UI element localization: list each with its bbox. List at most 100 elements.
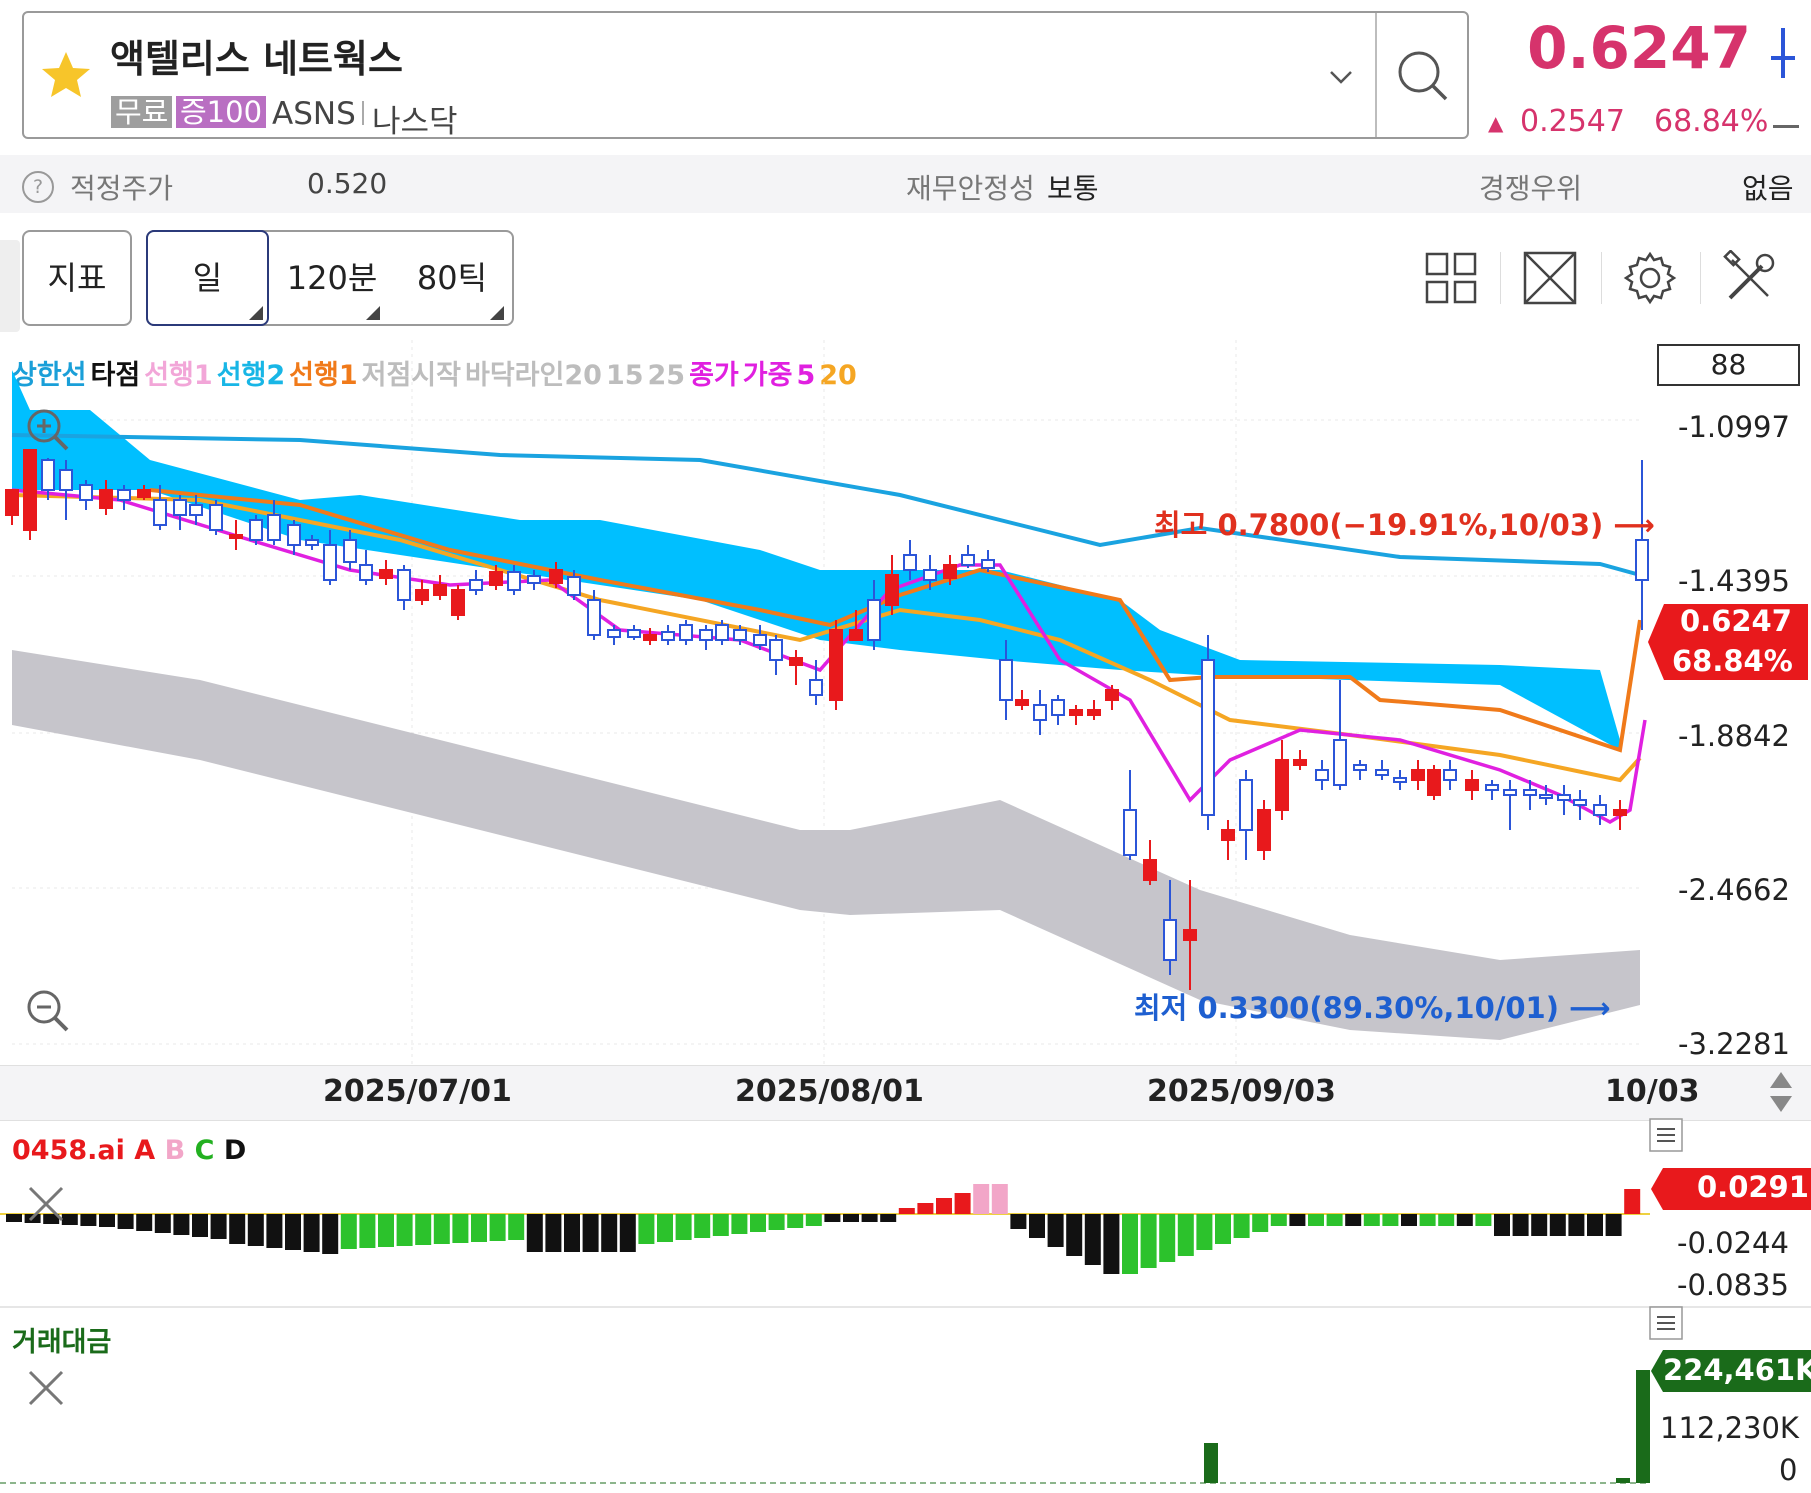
- fullscreen-icon[interactable]: [1522, 250, 1578, 306]
- tools-icon[interactable]: [1722, 250, 1778, 306]
- candle-body: [1557, 794, 1571, 801]
- ai-bar: [824, 1214, 841, 1222]
- y-axis-label: -1.8842: [1678, 719, 1790, 753]
- volume-chart[interactable]: [0, 1340, 1811, 1493]
- candle-body: [999, 659, 1013, 701]
- ai-bar: [1494, 1214, 1510, 1236]
- candle-body: [1353, 764, 1367, 771]
- ai-bar: [805, 1214, 822, 1226]
- ai-bar: [1549, 1214, 1566, 1236]
- stock-name: 액텔리스 네트웍스: [110, 37, 403, 81]
- close-icon[interactable]: [24, 1366, 68, 1410]
- ai-bar: [378, 1214, 394, 1247]
- ai-bar: [1308, 1214, 1324, 1226]
- indicator-button[interactable]: 지표: [22, 230, 132, 326]
- financial-stability-label: 재무안정성: [906, 172, 1035, 205]
- corner-indicator-icon: [366, 306, 380, 320]
- candle-body: [397, 569, 411, 601]
- candle-body: [661, 631, 675, 641]
- ai-histogram[interactable]: [0, 1150, 1811, 1310]
- candle-body: [59, 469, 73, 491]
- volume-bar: [1204, 1443, 1218, 1483]
- ai-bar: [1066, 1214, 1083, 1256]
- close-icon[interactable]: [24, 1182, 68, 1226]
- ai-bar: [1159, 1214, 1176, 1262]
- y-axis-label: -2.4662: [1678, 873, 1790, 907]
- ai-bar: [768, 1214, 785, 1230]
- ai-bar: [508, 1214, 525, 1240]
- ai-bar: [415, 1214, 432, 1245]
- candle-body: [1105, 689, 1119, 701]
- ai-bar: [396, 1214, 413, 1246]
- ai-bar: [657, 1214, 673, 1242]
- volume-bar: [1636, 1370, 1650, 1483]
- current-price: 0.6247: [1527, 14, 1751, 82]
- candle-body: [267, 514, 281, 541]
- price-chart[interactable]: [0, 340, 1811, 1065]
- ai-bar: [861, 1214, 878, 1222]
- ai-value-tag-text: 0.0291: [1697, 1170, 1809, 1204]
- ai-bar: [489, 1214, 506, 1241]
- panel-menu-icon[interactable]: [1649, 1118, 1683, 1152]
- ai-bar: [619, 1214, 636, 1252]
- ai-bar: [1345, 1214, 1362, 1226]
- candle-body: [903, 554, 917, 571]
- candle-body: [433, 584, 447, 596]
- ai-bar: [545, 1214, 562, 1252]
- divider: [362, 101, 364, 125]
- panel-menu-icon[interactable]: [1649, 1306, 1683, 1340]
- candle-body: [1485, 784, 1499, 791]
- ai-bar: [285, 1214, 301, 1250]
- candle-body: [305, 539, 319, 546]
- ai-bar: [1103, 1214, 1120, 1274]
- ai-bar: [1029, 1214, 1045, 1238]
- candle-body: [627, 629, 641, 638]
- ai-bar: [247, 1214, 264, 1246]
- ai-bar: [452, 1214, 469, 1243]
- free-badge: 무료: [111, 96, 173, 128]
- gear-icon[interactable]: [1622, 250, 1678, 306]
- candle-body: [189, 504, 203, 516]
- candle-body: [867, 599, 881, 641]
- zoom-out-icon[interactable]: [22, 985, 74, 1037]
- help-icon[interactable]: ?: [22, 171, 54, 203]
- candle-body: [1523, 789, 1537, 796]
- ai-bar: [1456, 1214, 1473, 1226]
- ai-bar: [1122, 1214, 1138, 1274]
- ai-y-label: -0.0244: [1677, 1226, 1789, 1260]
- market-name: 나스닥: [372, 104, 458, 140]
- layout-grid-icon[interactable]: [1423, 250, 1479, 306]
- dash-icon: [1773, 125, 1799, 128]
- candle-body: [1443, 769, 1457, 781]
- current-price-tag-pct: 68.84%: [1672, 644, 1793, 678]
- ai-bar: [359, 1214, 376, 1248]
- ai-y-label: -0.0835: [1677, 1268, 1789, 1302]
- ai-bar: [6, 1214, 22, 1222]
- search-icon[interactable]: [1378, 13, 1467, 137]
- candle-body: [789, 657, 803, 666]
- candle-body: [379, 569, 393, 579]
- divider: [1601, 252, 1602, 304]
- candle-body: [1087, 709, 1101, 716]
- candle-body: [359, 564, 373, 581]
- candle-body: [469, 579, 483, 591]
- ai-bar: [266, 1214, 283, 1248]
- candle-body: [1201, 659, 1215, 816]
- candle-body: [1503, 789, 1517, 796]
- chevron-down-icon[interactable]: [1318, 54, 1364, 100]
- corner-indicator-icon: [490, 306, 504, 320]
- candle-body: [249, 519, 263, 541]
- candle-body: [1635, 539, 1649, 581]
- volume-y-label: 112,230K: [1660, 1411, 1799, 1445]
- volume-y-label: 0: [1779, 1453, 1798, 1487]
- candle-body: [1315, 769, 1329, 781]
- candle-body: [209, 504, 223, 531]
- zoom-in-icon[interactable]: [22, 404, 74, 456]
- price-candle-icon: [1781, 28, 1785, 78]
- scroll-arrows-icon[interactable]: [1768, 1070, 1794, 1114]
- candle-body: [1069, 709, 1083, 716]
- competitive-edge-label: 경쟁우위: [1479, 172, 1583, 205]
- candle-body: [923, 569, 937, 581]
- favorite-star-icon[interactable]: [38, 48, 94, 104]
- side-drawer-handle[interactable]: [0, 240, 20, 332]
